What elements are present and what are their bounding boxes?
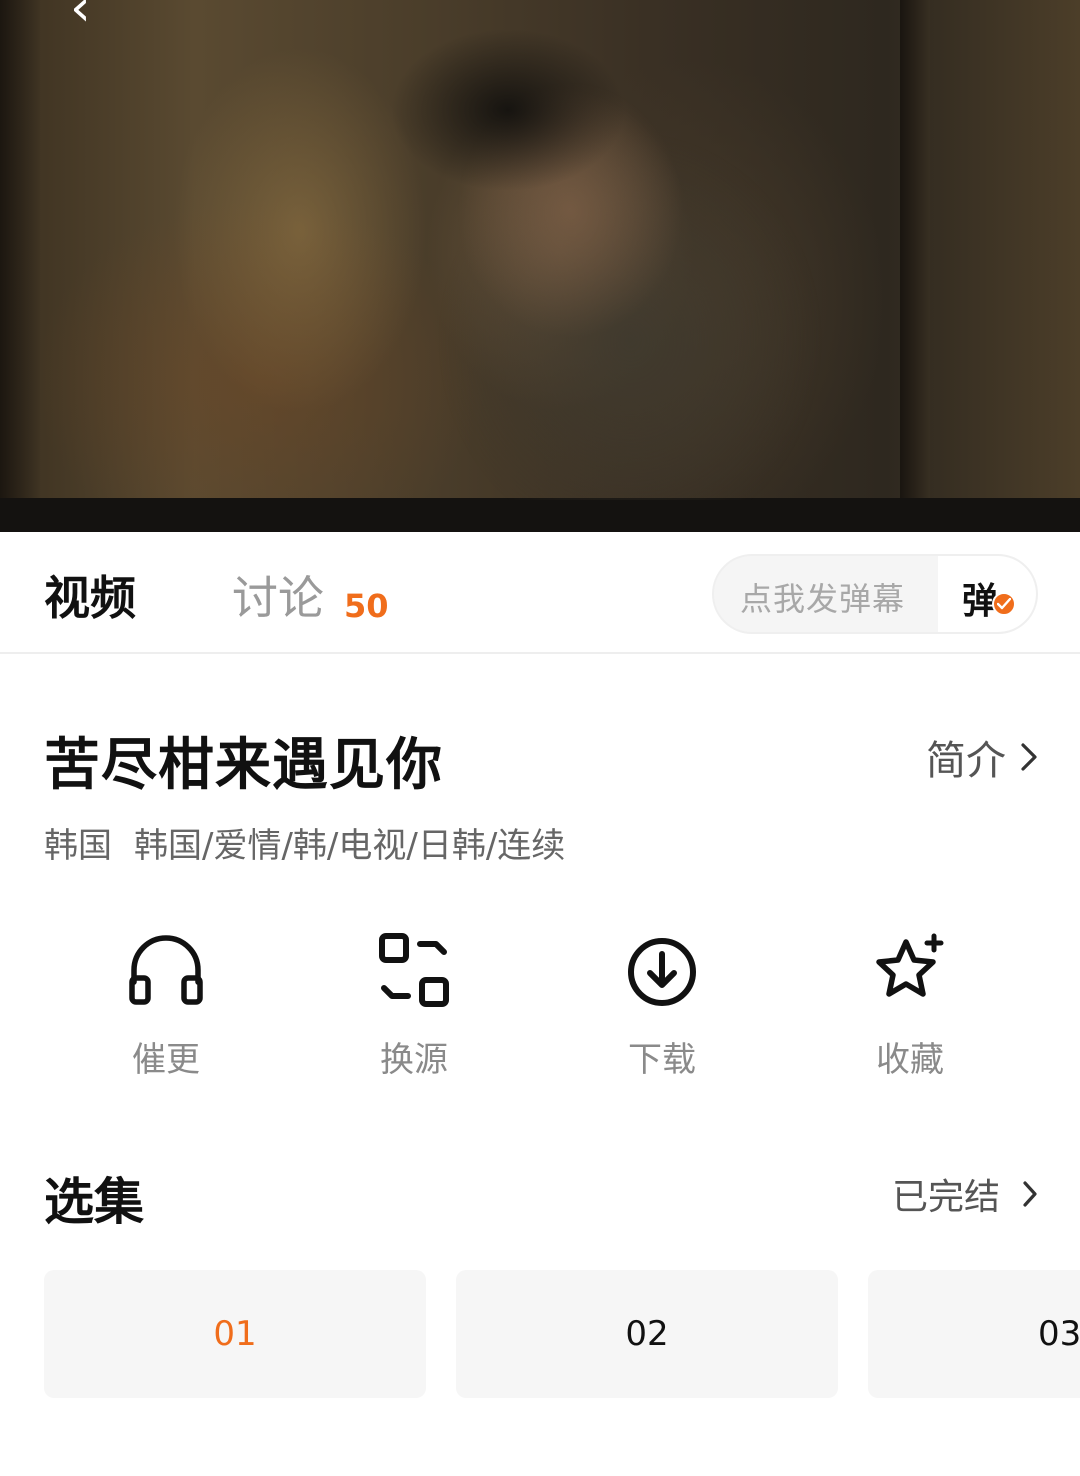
action-label: 收藏 <box>876 1040 944 1080</box>
tab-bar: 视频 讨论 50 点我发弹幕 弹 <box>0 532 1080 654</box>
danmu-toggle-button[interactable]: 弹 <box>938 556 1036 632</box>
urge-update-button[interactable]: 催更 <box>86 930 246 1090</box>
episode-item[interactable]: 01 <box>44 1270 426 1398</box>
intro-label: 简介 <box>926 738 1006 784</box>
tab-discuss[interactable]: 讨论 <box>232 562 324 628</box>
headphones-icon <box>129 935 203 1005</box>
star-plus-icon <box>876 933 944 997</box>
scene-shadow <box>900 0 930 498</box>
episodes-status-link[interactable]: 已完结 <box>892 1168 1038 1220</box>
show-title: 苦尽柑来遇见你 <box>44 733 443 798</box>
favorite-button[interactable]: 收藏 <box>830 930 990 1090</box>
chevron-right-icon <box>1021 743 1037 771</box>
episode-item[interactable]: 02 <box>456 1270 838 1398</box>
switch-source-button[interactable]: 换源 <box>334 930 494 1090</box>
download-icon <box>628 938 696 1006</box>
tab-video[interactable]: 视频 <box>44 562 136 628</box>
switch-source-icon <box>379 933 449 1007</box>
episodes-heading: 选集 <box>44 1173 144 1231</box>
scene-shadow <box>0 0 40 498</box>
intro-link[interactable]: 简介 <box>926 728 1038 786</box>
video-frame <box>0 0 1080 500</box>
scene-detail <box>378 20 638 190</box>
back-icon[interactable]: ‹ <box>70 0 126 36</box>
episode-item[interactable]: 03 <box>868 1270 1080 1398</box>
episode-list: 01 02 03 <box>0 1270 1080 1400</box>
video-player[interactable]: ‹ <box>0 0 1080 532</box>
action-row: 催更 换源 下载 收藏 <box>0 930 1080 1090</box>
show-tags: 韩国 韩国/爱情/韩/电视/日韩/连续 <box>44 818 565 867</box>
action-label: 下载 <box>628 1040 696 1080</box>
check-icon <box>992 592 1016 616</box>
action-label: 换源 <box>380 1040 448 1080</box>
episodes-status: 已完结 <box>891 1177 1000 1218</box>
discuss-count-badge: 50 <box>344 587 389 625</box>
danmu-input[interactable]: 点我发弹幕 <box>740 574 905 620</box>
region-tag: 韩国 <box>44 826 112 866</box>
genre-tags: 韩国/爱情/韩/电视/日韩/连续 <box>134 826 566 866</box>
chevron-right-icon <box>1023 1181 1037 1207</box>
action-label: 催更 <box>132 1040 200 1080</box>
danmu-bar: 点我发弹幕 弹 <box>712 554 1038 634</box>
download-button[interactable]: 下载 <box>582 930 742 1090</box>
